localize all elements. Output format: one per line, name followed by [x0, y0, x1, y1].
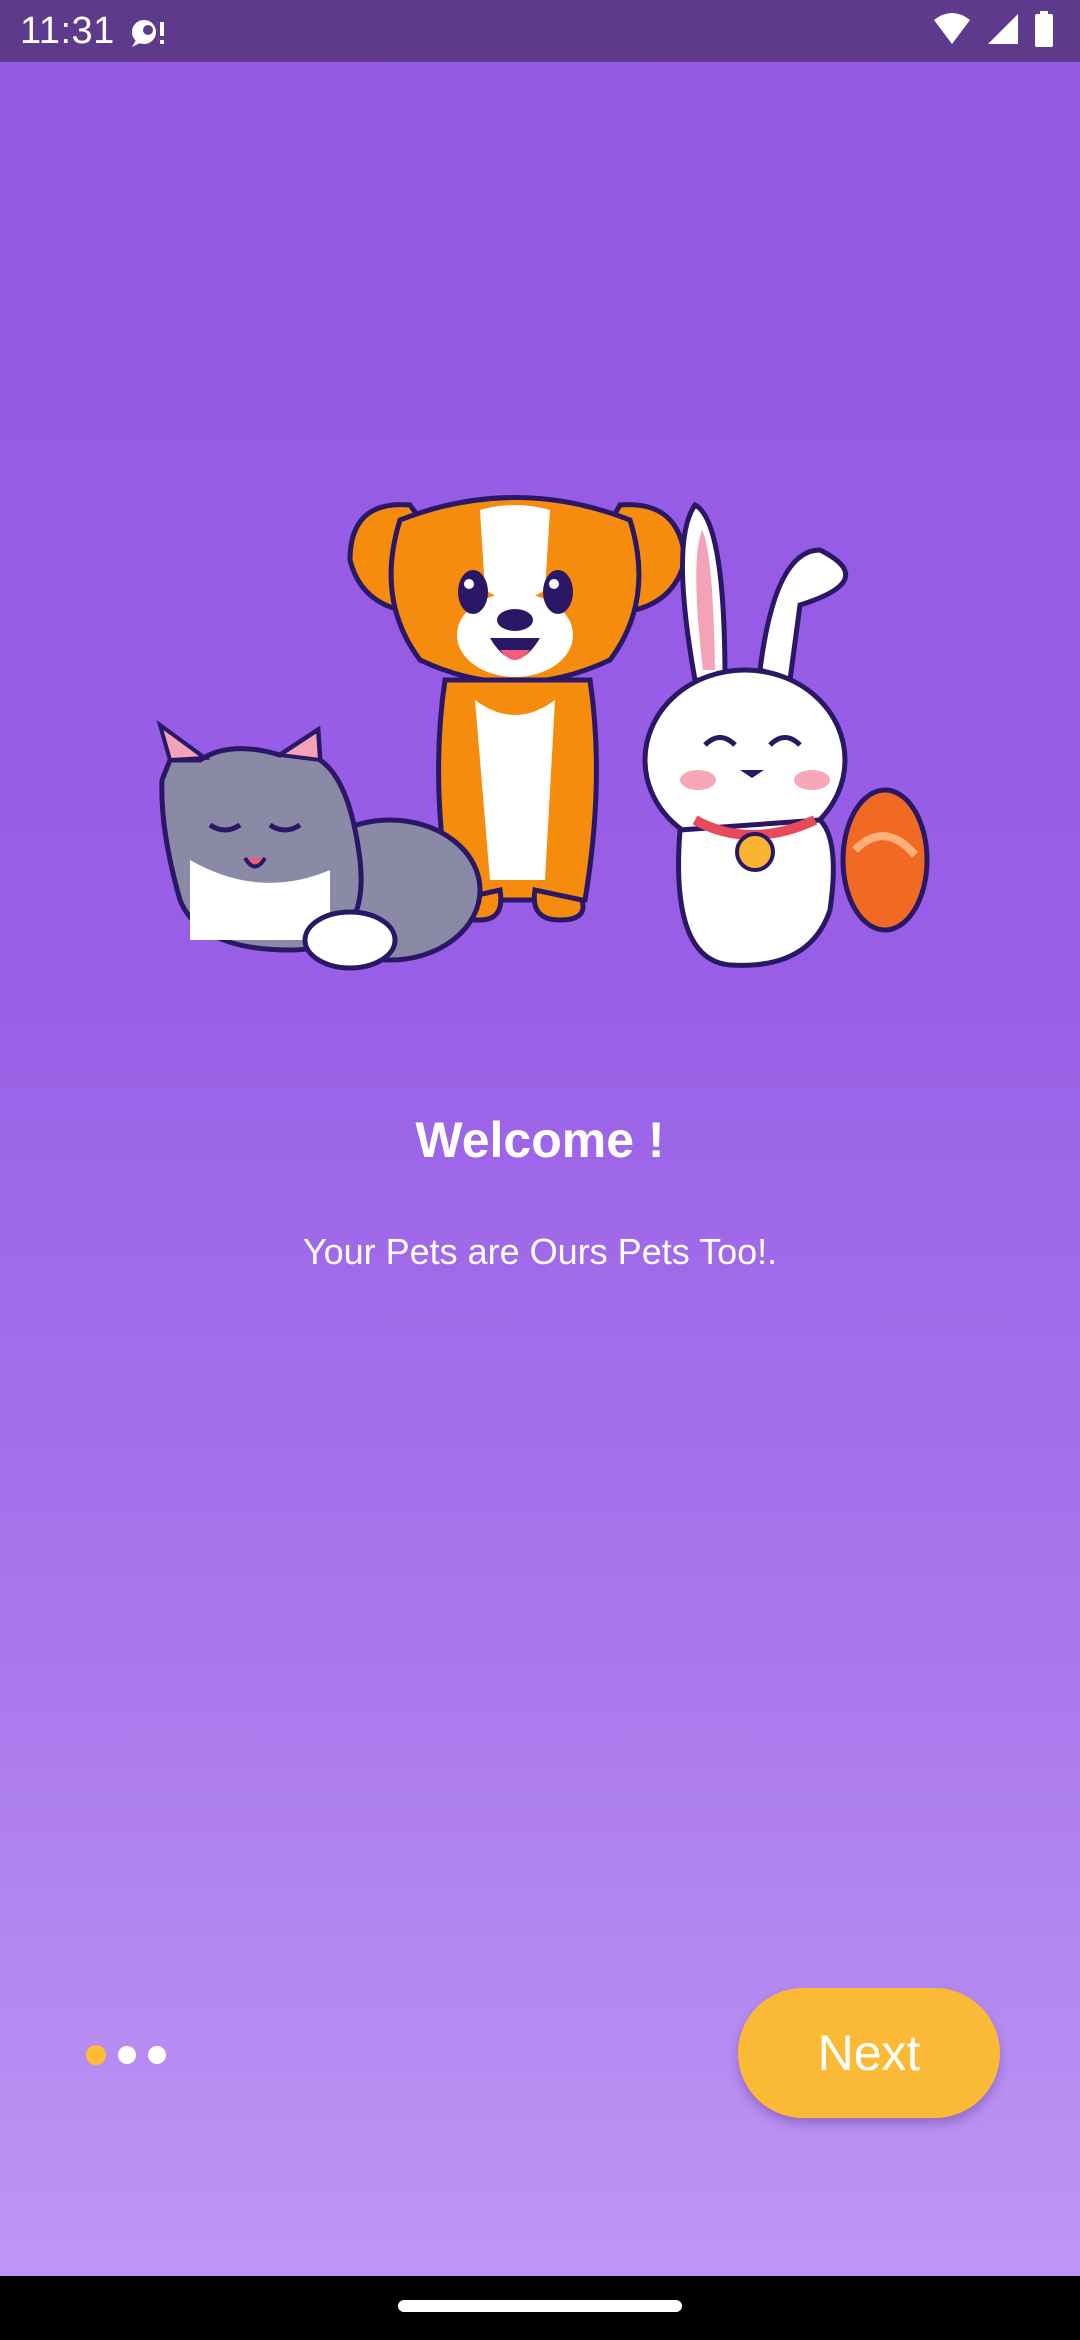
page-dot-1-active[interactable]: [86, 2045, 106, 2065]
wifi-icon: [932, 12, 972, 51]
pets-illustration: [150, 480, 940, 1000]
page-dot-2[interactable]: [118, 2046, 136, 2064]
next-button[interactable]: Next: [738, 1988, 1000, 2118]
status-bar: 11:31: [0, 0, 1080, 62]
navigation-bar: [0, 2276, 1080, 2340]
notification-icon: [128, 14, 168, 50]
home-gesture-handle[interactable]: [398, 2300, 682, 2312]
status-time: 11:31: [20, 10, 115, 52]
onboarding-screen: 11:31 Welcome ! Your Pets are Ours Pets …: [0, 0, 1080, 2340]
cat-illustration: [156, 719, 483, 971]
status-icons: [932, 10, 1054, 52]
cellular-signal-icon: [986, 12, 1020, 51]
welcome-subtitle: Your Pets are Ours Pets Too!.: [302, 1231, 778, 1272]
page-dot-3[interactable]: [148, 2046, 166, 2064]
battery-icon: [1034, 10, 1054, 52]
welcome-title: Welcome !: [415, 1112, 665, 1168]
page-indicator: [86, 2045, 166, 2065]
rabbit-illustration: [642, 501, 930, 968]
